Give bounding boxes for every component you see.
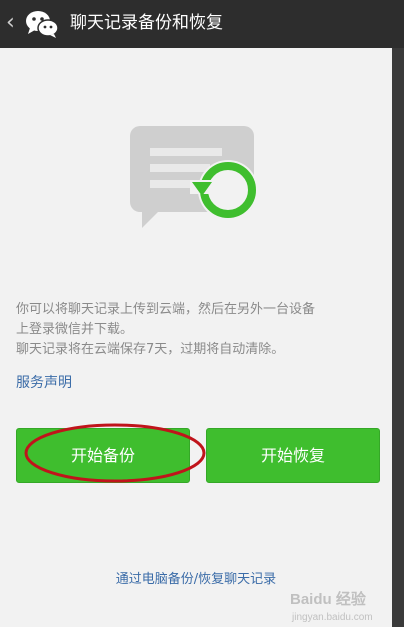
description-line: 聊天记录将在云端保存7天，过期将自动清除。 bbox=[16, 342, 285, 357]
screen: ‹ 聊天记录备份和恢复 你可以将聊天记录上传到云端，然后在另外一台设备 上登录微… bbox=[0, 0, 404, 627]
description-line: 你可以将聊天记录上传到云端，然后在另外一台设备 bbox=[16, 302, 316, 317]
service-statement-link[interactable]: 服务声明 bbox=[16, 373, 72, 393]
chevron-left-icon[interactable]: ‹ bbox=[6, 10, 20, 36]
chat-backup-restore-icon bbox=[130, 126, 258, 228]
baidu-jingyan-watermark: Baidu 经验 jingyan.baidu.com bbox=[290, 590, 373, 623]
watermark-url: jingyan.baidu.com bbox=[291, 612, 373, 623]
wechat-logo-icon bbox=[26, 11, 59, 38]
main-content: 你可以将聊天记录上传到云端，然后在另外一台设备 上登录微信并下载。 聊天记录将在… bbox=[0, 48, 392, 627]
watermark-brand: Baidu 经验 bbox=[290, 590, 367, 608]
start-restore-button[interactable]: 开始恢复 bbox=[206, 428, 380, 483]
page-title: 聊天记录备份和恢复 bbox=[70, 13, 223, 33]
description-line: 上登录微信并下载。 bbox=[16, 322, 134, 337]
start-backup-button[interactable]: 开始备份 bbox=[16, 428, 190, 483]
top-bar: ‹ 聊天记录备份和恢复 bbox=[0, 0, 404, 48]
background-strip bbox=[392, 48, 404, 627]
